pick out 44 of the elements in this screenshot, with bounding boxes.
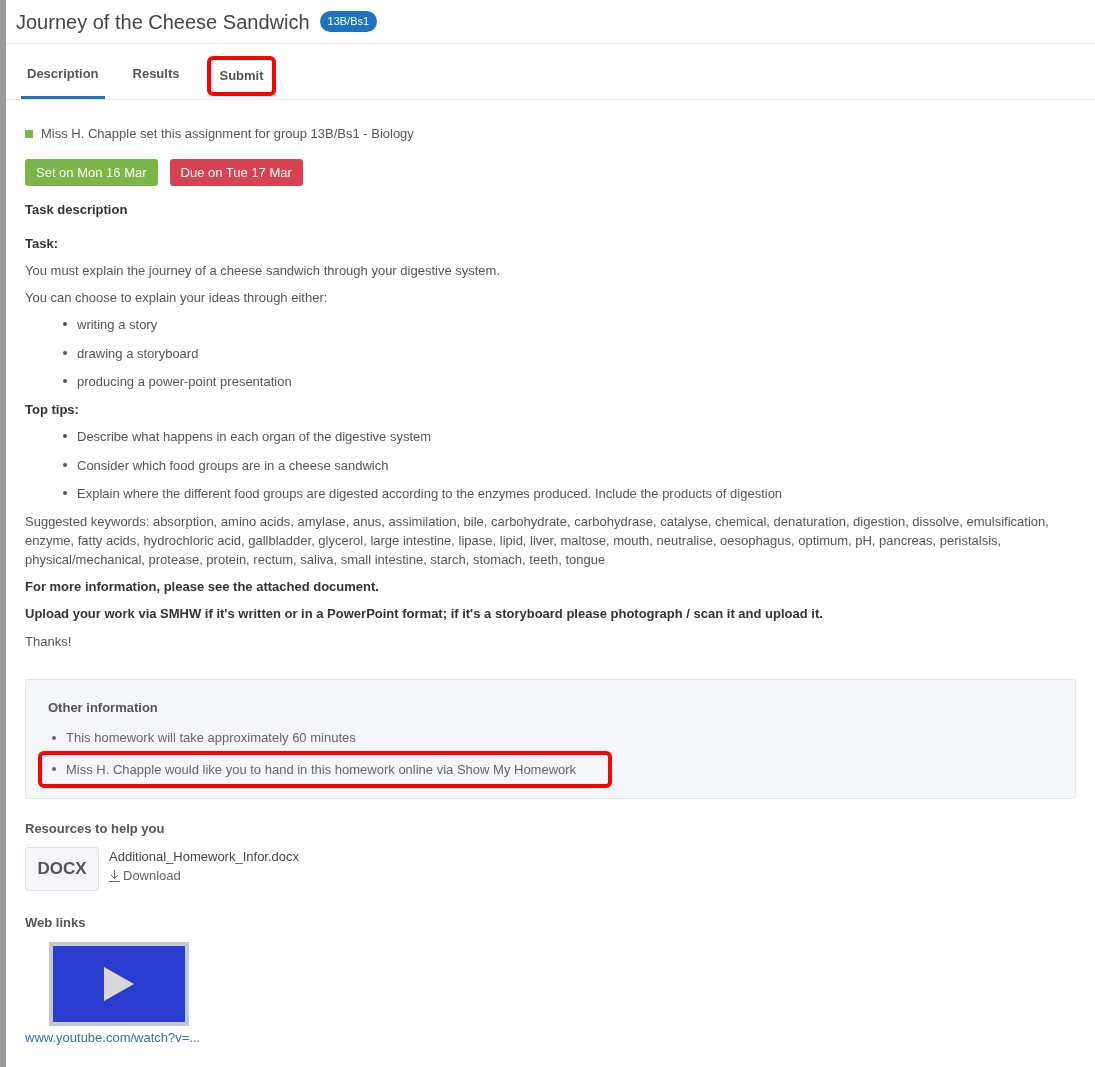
paragraph: You must explain the journey of a cheese sandwich through your digestive system.	[25, 262, 501, 280]
list-item-text: Explain where the different food groups are digested according to the enzymes produced. Include the products of digestion	[77, 485, 783, 503]
section-heading: Web links	[25, 913, 87, 932]
paragraph: Suggested keywords: absorption, amino acids, amylase, anus, assimilation, bile, carbohydrate, carbohydrase, catalyse, chemical, denaturation, digestion, dissolve, emulsification, enzyme, fatty acids, hydrochloric acid, gallbladder, glycerol, large intestine, lipase, lipid, liver, maltose, mouth, neutralise, oesophagus, optimum, pH, pancreas, peristalsis, physical/mechanical, protease, protein, rectum, saliva, small intestine, starch, stomach, teeth, tongue	[25, 512, 1050, 569]
list-item-text: Describe what happens in each organ of the digestive system	[77, 428, 432, 446]
bullet-icon	[52, 735, 56, 740]
bullet-icon	[52, 767, 56, 772]
bullet-icon	[63, 462, 67, 467]
bullet-icon	[63, 491, 67, 495]
section-heading: Resources to help you	[25, 820, 166, 838]
status-square-icon	[25, 129, 33, 138]
paragraph: Thanks!	[25, 632, 73, 651]
bullet-icon	[63, 434, 67, 438]
bullet-icon	[63, 379, 67, 383]
bold-paragraph: Upload your work via SMHW if it's written or in a PowerPoint format; if it's a storyboard please photograph / scan it and upload it.	[25, 605, 824, 623]
bold-paragraph: Top tips:	[25, 400, 80, 419]
date-badge: Due on Tue 17 Mar	[169, 158, 303, 186]
information-item: Miss H. Chapple would like you to hand in this homework online via Show My Homework	[66, 760, 577, 779]
assignment-setter-text: Miss H. Chapple set this assignment for group 13B/Bs1 - Biology	[41, 125, 414, 143]
video-link[interactable]: www.youtube.com/watch?v=...	[25, 1028, 1076, 1048]
list-item-text: producing a power-point presentation	[77, 373, 292, 391]
group-badge: 13B/Bs1	[319, 11, 378, 32]
list-item-text: drawing a storyboard	[77, 344, 199, 363]
bold-paragraph: Task:	[25, 234, 59, 253]
tab[interactable]: Description	[21, 44, 105, 99]
file-name: Additional_Homework_Infor.docx	[109, 847, 300, 866]
panel-heading: Other information	[48, 698, 159, 717]
list-item-text: Consider which food groups are in a cheese sandwich	[77, 456, 389, 475]
tab[interactable]: Results	[126, 44, 186, 99]
page-title: Journey of the Cheese Sandwich	[16, 9, 310, 35]
date-badge: Set on Mon 16 Mar	[25, 158, 158, 186]
file-type-tile: DOCX	[25, 846, 99, 891]
tab[interactable]: Submit	[213, 60, 270, 92]
bullet-icon	[63, 350, 67, 355]
play-icon	[104, 967, 134, 1001]
section-heading: Task description	[25, 201, 129, 219]
paragraph: You can choose to explain your ideas through either:	[25, 289, 329, 307]
download-icon	[109, 869, 120, 882]
bullet-icon	[63, 322, 67, 326]
list-item-text: writing a story	[77, 316, 158, 334]
video-thumbnail[interactable]	[49, 942, 189, 1026]
information-item: This homework will take approximately 60 minutes	[66, 729, 356, 747]
bold-paragraph: For more information, please see the attached document.	[25, 577, 380, 596]
download-link[interactable]: Download	[109, 866, 300, 886]
